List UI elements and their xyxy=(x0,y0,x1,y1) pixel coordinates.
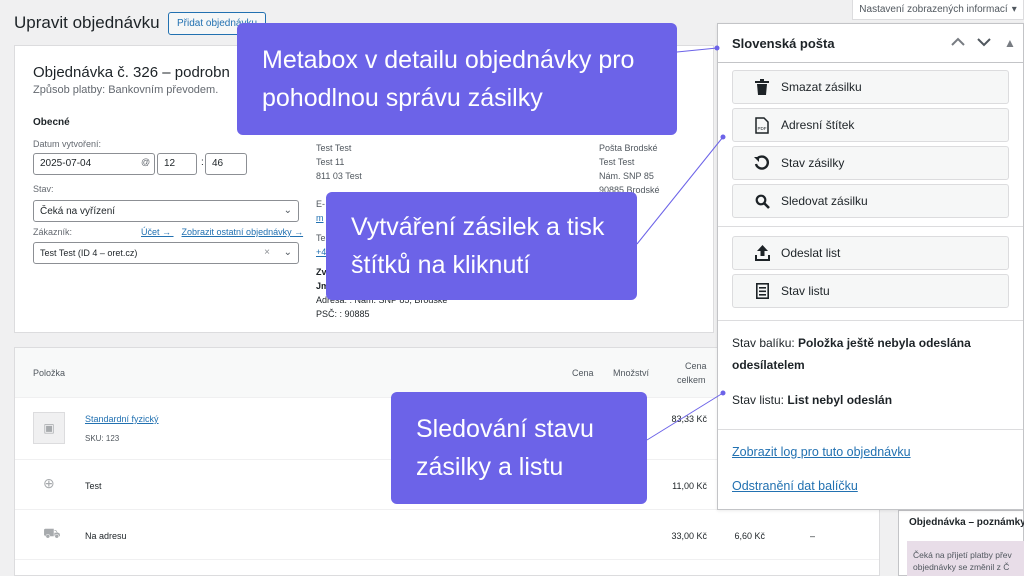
col-item: Položka xyxy=(33,368,66,378)
shipping-dash: – xyxy=(809,531,815,541)
billing-zip: PSČ: : 90885 xyxy=(316,309,370,319)
divider xyxy=(718,429,1023,430)
notes-title: Objednávka – poznámky xyxy=(909,517,1024,528)
send-sheet-label: Odeslat list xyxy=(781,246,841,260)
screen-options-button[interactable]: Nastavení zobrazených informací ▾ xyxy=(852,0,1024,20)
chevron-up-icon[interactable] xyxy=(945,36,971,50)
product-name-link[interactable]: Standardní fyzický xyxy=(85,414,159,424)
billing-line: Test 11 xyxy=(316,157,345,167)
document-list-icon xyxy=(753,282,771,300)
track-parcel-button[interactable]: Sledovat zásilku xyxy=(732,184,1009,218)
customer-links: Účet → Zobrazit ostatní objednávky → xyxy=(133,227,303,237)
collapse-triangle-icon[interactable]: ▲ xyxy=(997,36,1023,50)
chevron-down-icon: ⌄ xyxy=(283,205,292,216)
customer-account-link[interactable]: Účet → xyxy=(141,227,171,237)
shipping-address: Pošta Brodské Test Test Nám. SNP 85 9088… xyxy=(599,141,699,197)
billing-line: Test Test xyxy=(316,143,352,153)
fee-total: 11,00 Kč xyxy=(672,481,707,491)
callout-metabox: Metabox v detailu objednávky pro pohodln… xyxy=(237,23,677,135)
divider xyxy=(718,320,1023,321)
fee-name: Test xyxy=(85,481,102,491)
shipping-line: Pošta Brodské xyxy=(599,143,658,153)
search-icon xyxy=(753,192,771,210)
customer-select[interactable]: Test Test (ID 4 – oret.cz) × ⌄ xyxy=(33,242,299,264)
date-created-label: Datum vytvoření: xyxy=(33,139,102,149)
chevron-down-icon: ⌄ xyxy=(283,247,292,258)
track-parcel-label: Sledovat zásilku xyxy=(781,194,868,208)
delete-parcel-label: Smazat zásilku xyxy=(781,80,862,94)
product-thumbnail: ▣ xyxy=(33,412,65,444)
shipping-method-name: Na adresu xyxy=(85,531,127,541)
at-sign: @ xyxy=(141,157,151,167)
remove-parcel-data-link[interactable]: Odstranění dat balíčku xyxy=(732,479,858,493)
chevron-down-icon[interactable] xyxy=(971,36,997,50)
note-item: Čeká na přijetí platby přev objednávky s… xyxy=(907,541,1024,576)
sheet-status-info: Stav listu: List nebyl odeslán xyxy=(732,389,982,411)
page-title: Upravit objednávku xyxy=(14,13,160,32)
product-total: 83,33 Kč xyxy=(671,414,707,424)
metabox-title: Slovenská pošta xyxy=(732,35,835,51)
send-sheet-button[interactable]: Odeslat list xyxy=(732,236,1009,270)
shipping-line: Test Test xyxy=(599,157,635,167)
divider xyxy=(718,226,1023,227)
status-label: Stav: xyxy=(33,184,54,194)
col-qty: Množství xyxy=(613,368,650,378)
svg-text:PDF: PDF xyxy=(758,126,767,131)
sheet-status-value: List nebyl odeslán xyxy=(787,393,893,407)
clear-icon[interactable]: × xyxy=(264,247,270,258)
table-row: ⛟ Na adresu 33,00 Kč 6,60 Kč – xyxy=(15,510,879,560)
caret-down-icon: ▾ xyxy=(1011,4,1017,15)
sheet-status-label: Stav listu xyxy=(781,284,830,298)
shipping-total: 33,00 Kč xyxy=(671,531,707,541)
shipping-line: Nám. SNP 85 xyxy=(599,171,654,181)
customer-orders-link[interactable]: Zobrazit ostatní objednávky → xyxy=(182,227,304,237)
order-notes-panel: Objednávka – poznámky Čeká na přijetí pl… xyxy=(898,510,1024,576)
col-cost: Cena xyxy=(572,368,594,378)
general-label: Obecné xyxy=(33,117,70,128)
callout-create-parcels: Vytváření zásilek a tisk štítků na klikn… xyxy=(326,192,637,300)
parcel-status-label: Stav zásilky xyxy=(781,156,845,170)
address-label-button[interactable]: PDF Adresní štítek xyxy=(732,108,1009,142)
order-heading: Objednávka č. 326 – podrobn xyxy=(33,64,230,81)
hour-input[interactable]: 12 xyxy=(157,153,197,175)
view-log-link[interactable]: Zobrazit log pro tuto objednávku xyxy=(732,445,911,459)
pdf-icon: PDF xyxy=(753,116,771,134)
delete-parcel-button[interactable]: Smazat zásilku xyxy=(732,70,1009,104)
address-label-label: Adresní štítek xyxy=(781,118,855,132)
truck-icon: ⛟ xyxy=(43,525,61,541)
sheet-status-button[interactable]: Stav listu xyxy=(732,274,1009,308)
product-sku: SKU: 123 xyxy=(85,434,120,443)
screen-options-label: Nastavení zobrazených informací xyxy=(859,4,1008,15)
status-value: Čeká na vyřízení xyxy=(40,206,116,217)
parcel-status-key: Stav balíku: xyxy=(732,336,795,350)
parcel-status-info: Stav balíku: Položka ještě nebyla odeslá… xyxy=(732,332,982,376)
customer-label: Zákazník: xyxy=(33,227,73,237)
customer-value: Test Test (ID 4 – oret.cz) xyxy=(40,248,138,258)
minute-input[interactable]: 46 xyxy=(205,153,247,175)
status-select[interactable]: Čeká na vyřízení ⌄ xyxy=(33,200,299,222)
sheet-status-key: Stav listu: xyxy=(732,393,785,407)
slovenska-posta-metabox: Slovenská pošta ▲ Smazat zásilku PDF Adr… xyxy=(717,23,1024,510)
upload-icon xyxy=(753,244,771,262)
col-total-2: celkem xyxy=(677,375,706,385)
fee-plus-icon: ⊕ xyxy=(43,475,55,491)
billing-line: 811 03 Test xyxy=(316,171,362,181)
col-total: Cena xyxy=(685,361,707,371)
trash-icon xyxy=(753,78,771,96)
parcel-status-button[interactable]: Stav zásilky xyxy=(732,146,1009,180)
refresh-icon xyxy=(753,154,771,172)
callout-tracking: Sledování stavu zásilky a listu xyxy=(391,392,647,504)
shipping-tax: 6,60 Kč xyxy=(734,531,765,541)
time-colon: : xyxy=(201,157,204,168)
payment-method: Způsob platby: Bankovním převodem. xyxy=(33,84,219,96)
metabox-header: Slovenská pošta ▲ xyxy=(718,24,1023,63)
date-created-input[interactable]: 2025-07-04 xyxy=(33,153,155,175)
